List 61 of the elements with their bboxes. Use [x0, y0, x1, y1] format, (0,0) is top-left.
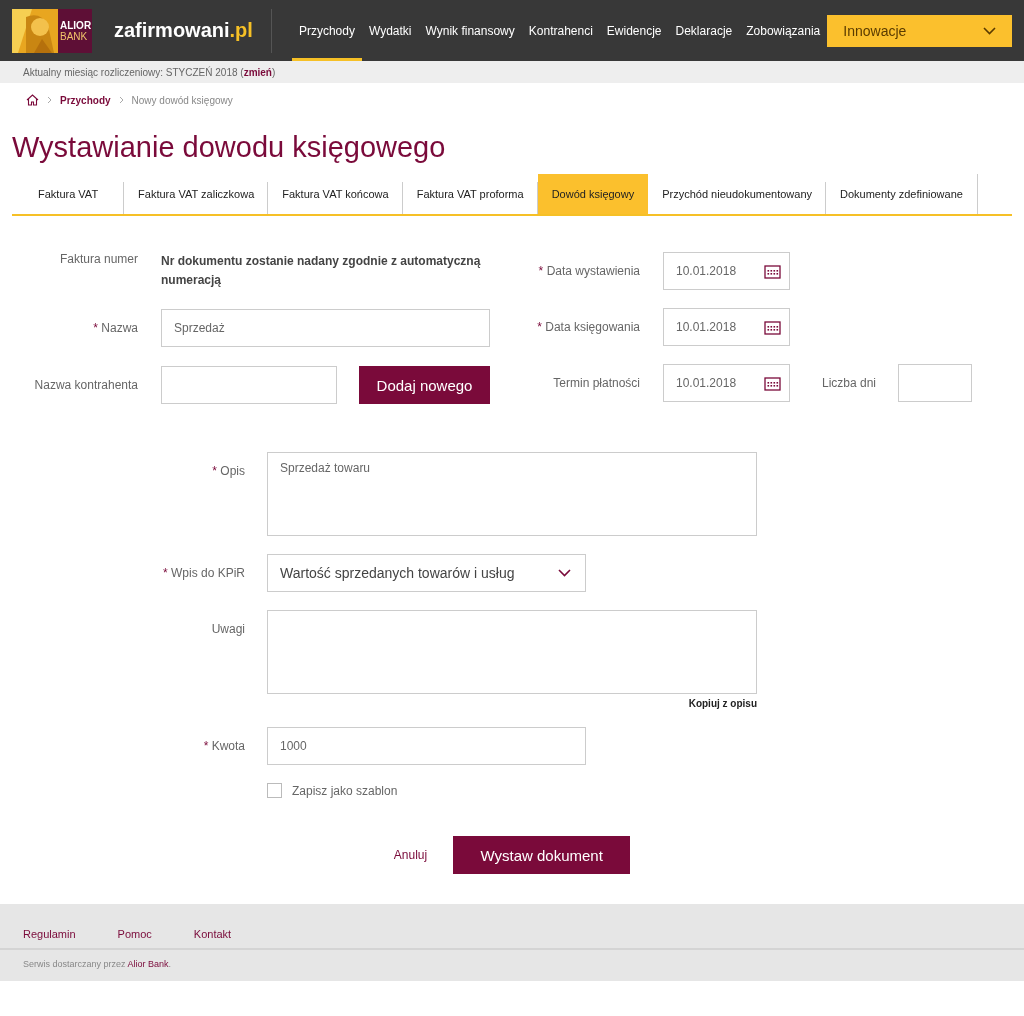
date-field[interactable]: 10.01.2018	[663, 364, 790, 402]
date-field[interactable]: 10.01.2018	[663, 252, 790, 290]
bank-link[interactable]: Alior Bank	[127, 959, 169, 969]
checkbox[interactable]	[267, 783, 282, 798]
tab[interactable]: Przychód nieudokumentowany	[648, 174, 826, 214]
field-label: * Kwota	[202, 738, 246, 753]
calendar-icon[interactable]	[764, 375, 781, 391]
field-label: * Wpis do KPiR	[161, 565, 246, 580]
page-title: Wystawianie dowodu księgowego	[12, 131, 447, 164]
chevron-right-icon	[118, 96, 124, 104]
tab[interactable]: Faktura VAT proforma	[402, 174, 538, 214]
period-text: Aktualny miesiąc rozliczeniowy: STYCZEŃ 2018 (zmień)	[23, 66, 276, 78]
nav-item[interactable]: Wydatki	[361, 0, 419, 61]
chevron-right-icon	[47, 96, 52, 104]
select-field[interactable]: Wartość sprzedanych towarów i usług	[267, 554, 586, 592]
tab[interactable]: Faktura VAT zaliczkowa	[124, 174, 269, 214]
input-field[interactable]	[898, 364, 972, 402]
field-label: Termin płatności	[552, 376, 641, 390]
input-field[interactable]: 1000	[267, 727, 586, 765]
checkbox-label: Zapisz jako szablon	[292, 783, 398, 798]
nav-item[interactable]: Ewidencje	[599, 0, 669, 61]
breadcrumb-current: Nowy dowód księgowy	[131, 94, 233, 106]
breadcrumb-link[interactable]: Przychody	[60, 94, 111, 106]
nav-item[interactable]: Zobowiązania	[739, 0, 828, 61]
chevron-down-icon	[983, 26, 996, 35]
calendar-icon[interactable]	[764, 263, 781, 279]
tab[interactable]: Faktura VAT	[12, 174, 125, 214]
calendar-icon[interactable]	[764, 319, 781, 335]
field-label: * Data wystawienia	[537, 264, 641, 278]
footer-link[interactable]: Regulamin	[23, 928, 76, 940]
date-field[interactable]: 10.01.2018	[663, 308, 790, 346]
chevron-down-icon	[558, 569, 571, 577]
submit-button[interactable]: Wystaw dokument	[453, 836, 631, 874]
home-icon[interactable]	[26, 94, 39, 106]
text-area[interactable]: Sprzedaż towaru	[267, 452, 757, 536]
field-label: * Opis	[211, 463, 246, 478]
logo-text: BANK	[60, 30, 89, 42]
footer-link[interactable]: Pomoc	[117, 928, 152, 940]
logo-text: ALIOR	[60, 19, 92, 31]
tab[interactable]: Faktura VAT końcowa	[268, 174, 403, 214]
innovations-dropdown[interactable]: Innowacje	[827, 14, 1012, 47]
field-label: * Data księgowania	[536, 320, 641, 334]
copy-link[interactable]: Kopiuj z opisu	[688, 698, 757, 709]
field-label: Nazwa kontrahenta	[33, 378, 139, 392]
add-new-button[interactable]: Dodaj nowego	[359, 366, 490, 404]
cancel-link[interactable]: Anuluj	[393, 848, 428, 862]
nav-item[interactable]: Wynik finansowy	[418, 0, 522, 61]
tab[interactable]: Dowód księgowy	[537, 174, 649, 214]
nav-item[interactable]: Deklaracje	[668, 0, 740, 61]
footer-note: Serwis dostarczany przez Alior Bank.	[23, 959, 172, 969]
nav-item[interactable]: Kontrahenci	[521, 0, 600, 61]
field-label: * Nazwa	[92, 321, 139, 335]
input-field[interactable]: Sprzedaż	[161, 309, 490, 347]
field-label: Liczba dni	[820, 376, 877, 390]
tab[interactable]: Dokumenty zdefiniowane	[826, 174, 978, 214]
field-label: Uwagi	[210, 621, 246, 636]
field-label: Faktura numer	[58, 252, 139, 266]
info-text: Nr dokumentu zostanie nadany zgodnie z automatyczną numeracją	[161, 253, 482, 289]
brand-name[interactable]: zafirmowani.pl	[114, 8, 272, 53]
input-field[interactable]	[161, 366, 337, 404]
footer-link[interactable]: Kontakt	[193, 928, 232, 940]
